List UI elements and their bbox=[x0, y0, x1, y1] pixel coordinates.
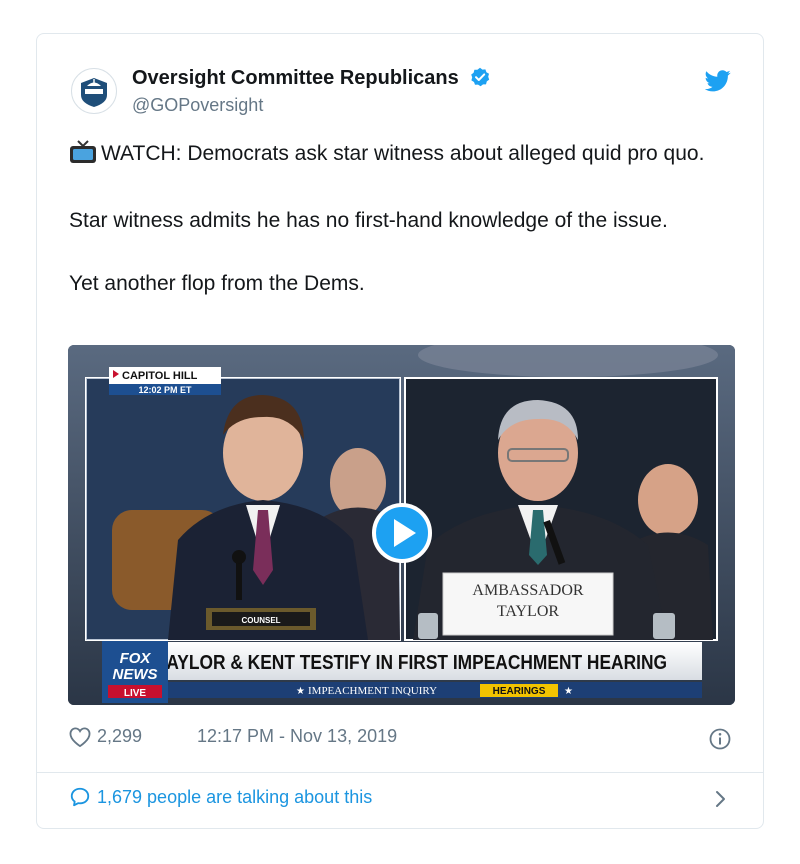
comment-icon bbox=[70, 787, 90, 807]
heart-icon[interactable] bbox=[69, 726, 91, 747]
fox-logo-line2: NEWS bbox=[113, 666, 158, 683]
tv-emoji-icon bbox=[69, 140, 97, 173]
account-name[interactable]: Oversight Committee Republicans bbox=[132, 67, 459, 89]
star-icon: ★ bbox=[296, 686, 305, 697]
headline-text: TAYLOR & KENT TESTIFY IN FIRST IMPEACHME… bbox=[157, 652, 667, 674]
avatar[interactable] bbox=[71, 68, 117, 114]
chevron-right-icon[interactable] bbox=[715, 790, 727, 813]
divider bbox=[37, 772, 763, 773]
tweet-text: WATCH: Democrats ask star witness about … bbox=[69, 138, 733, 299]
tweet-card[interactable]: Oversight Committee Republicans @GOPover… bbox=[36, 33, 764, 829]
inquiry-subline: IMPEACHMENT INQUIRY bbox=[308, 685, 437, 697]
verified-badge-icon bbox=[470, 67, 490, 93]
fox-logo-line1: FOX bbox=[120, 650, 152, 667]
play-icon[interactable] bbox=[372, 503, 432, 563]
location-tag: CAPITOL HILL bbox=[122, 370, 198, 382]
tweet-line-watch: WATCH: Democrats ask star witness about … bbox=[69, 138, 733, 173]
info-icon[interactable] bbox=[709, 728, 731, 755]
account-name-row[interactable]: Oversight Committee Republicans bbox=[132, 67, 490, 93]
like-action[interactable]: 2,299 bbox=[69, 726, 142, 747]
ambassador-nameplate-line2: TAYLOR bbox=[497, 603, 559, 620]
tweet-timestamp[interactable]: 12:17 PM - Nov 13, 2019 bbox=[197, 726, 397, 747]
tweet-footer: 2,299 12:17 PM - Nov 13, 2019 bbox=[37, 714, 763, 754]
live-badge: LIVE bbox=[124, 688, 147, 699]
account-handle[interactable]: @GOPoversight bbox=[132, 95, 263, 116]
twitter-bird-icon[interactable] bbox=[704, 70, 731, 97]
clock-label: 12:02 PM ET bbox=[138, 385, 192, 395]
hearings-badge: HEARINGS bbox=[493, 686, 546, 697]
star-icon: ★ bbox=[564, 686, 573, 697]
talking-count[interactable]: 1,679 people are talking about this bbox=[97, 787, 372, 808]
tweet-line1: WATCH: Democrats ask star witness about … bbox=[101, 142, 705, 165]
capitol-seal-icon bbox=[81, 78, 107, 107]
tweet-line2: Star witness admits he has no first-hand… bbox=[69, 209, 668, 232]
tweet-line3: Yet another flop from the Dems. bbox=[69, 272, 365, 295]
ambassador-nameplate-line1: AMBASSADOR bbox=[472, 582, 583, 599]
conversation-link[interactable]: 1,679 people are talking about this bbox=[69, 786, 372, 808]
like-count: 2,299 bbox=[97, 726, 143, 746]
counsel-nameplate: COUNSEL bbox=[241, 616, 280, 625]
video-player[interactable]: COUNSEL AMBASSADOR TAYLOR CAPITOL HILL 1… bbox=[68, 345, 735, 705]
tweet-header: Oversight Committee Republicans @GOPover… bbox=[37, 34, 763, 134]
